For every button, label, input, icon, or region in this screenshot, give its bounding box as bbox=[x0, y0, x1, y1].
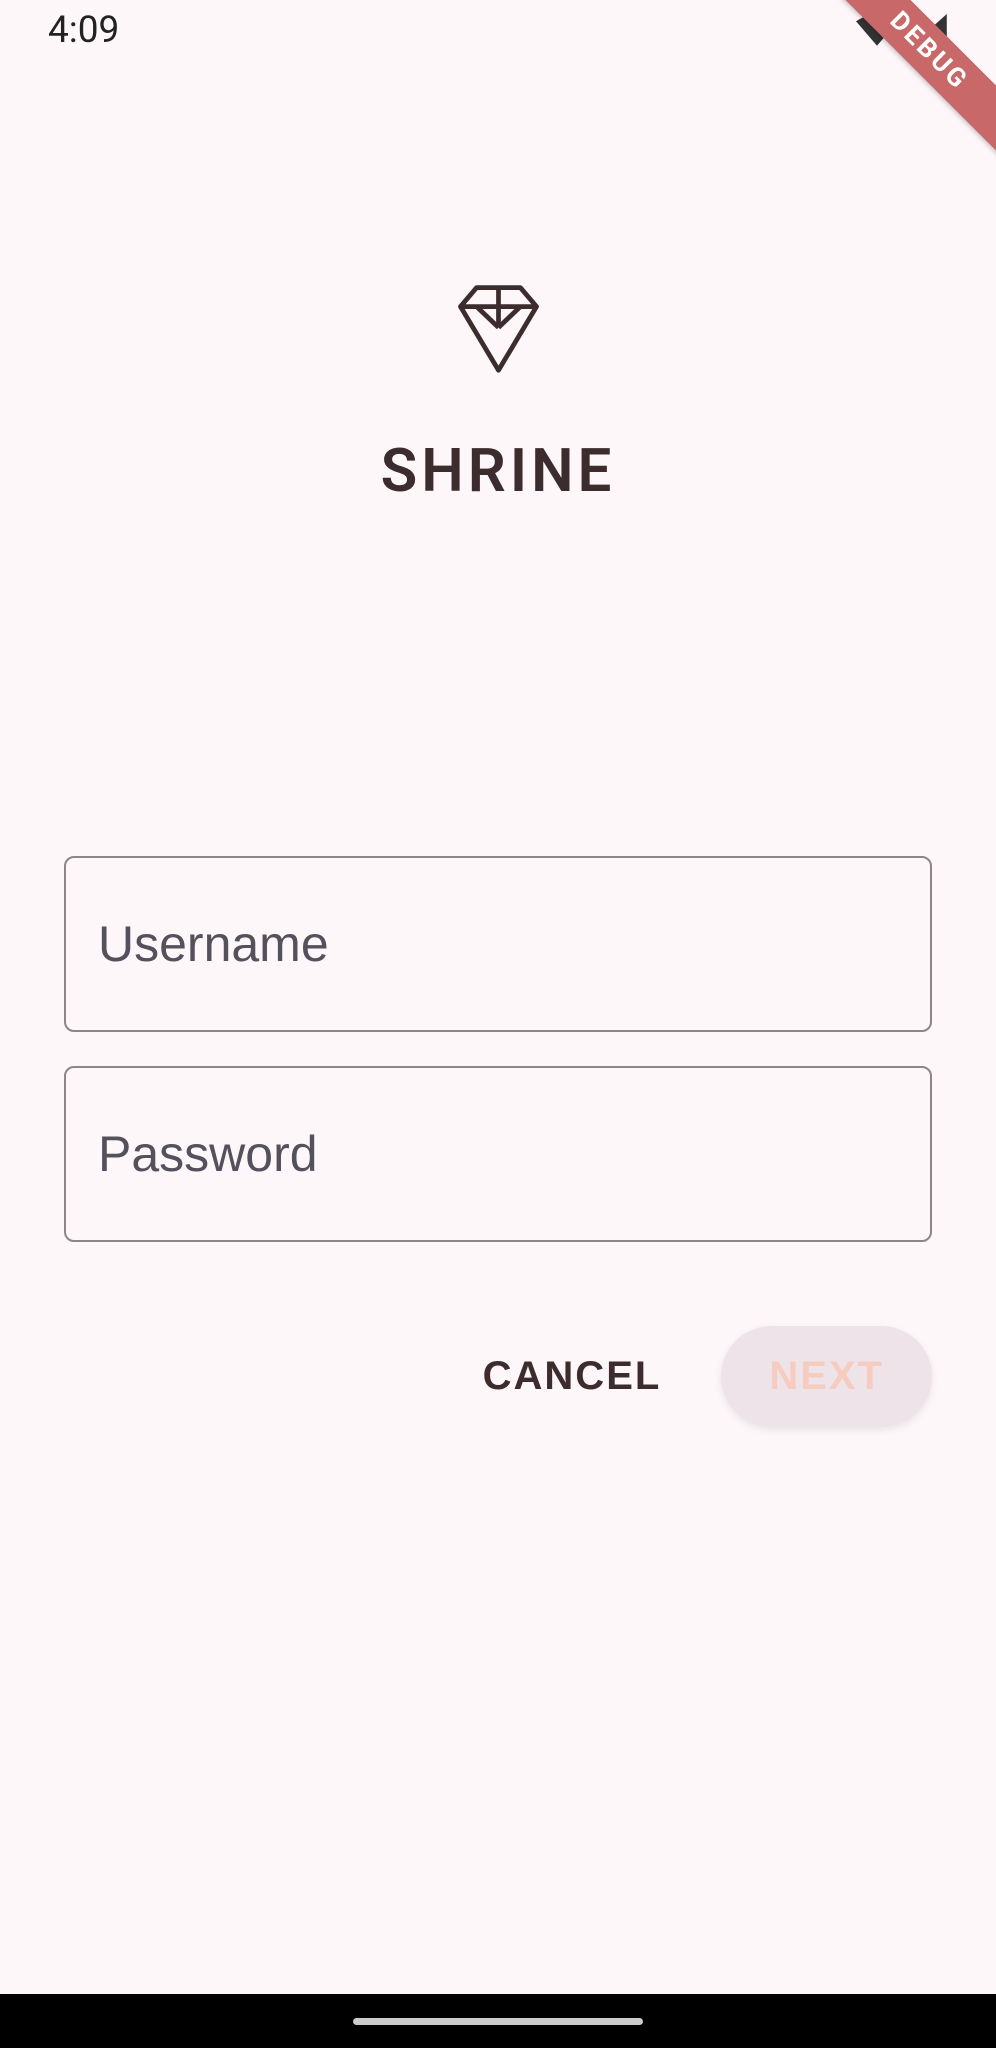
button-row: CANCEL NEXT bbox=[64, 1326, 932, 1427]
diamond-icon bbox=[451, 280, 546, 375]
cancel-button[interactable]: CANCEL bbox=[453, 1334, 692, 1419]
app-title: SHRINE bbox=[381, 435, 616, 506]
password-input[interactable] bbox=[64, 1066, 932, 1242]
status-time: 4:09 bbox=[48, 9, 119, 52]
navigation-bar bbox=[0, 1994, 996, 2048]
login-form: CANCEL NEXT bbox=[64, 856, 932, 1427]
username-input[interactable] bbox=[64, 856, 932, 1032]
status-bar: 4:09 bbox=[0, 0, 996, 60]
logo-section: SHRINE bbox=[64, 280, 932, 506]
next-button[interactable]: NEXT bbox=[721, 1326, 932, 1427]
home-indicator[interactable] bbox=[353, 2018, 643, 2025]
login-screen: SHRINE CANCEL NEXT bbox=[0, 280, 996, 1427]
